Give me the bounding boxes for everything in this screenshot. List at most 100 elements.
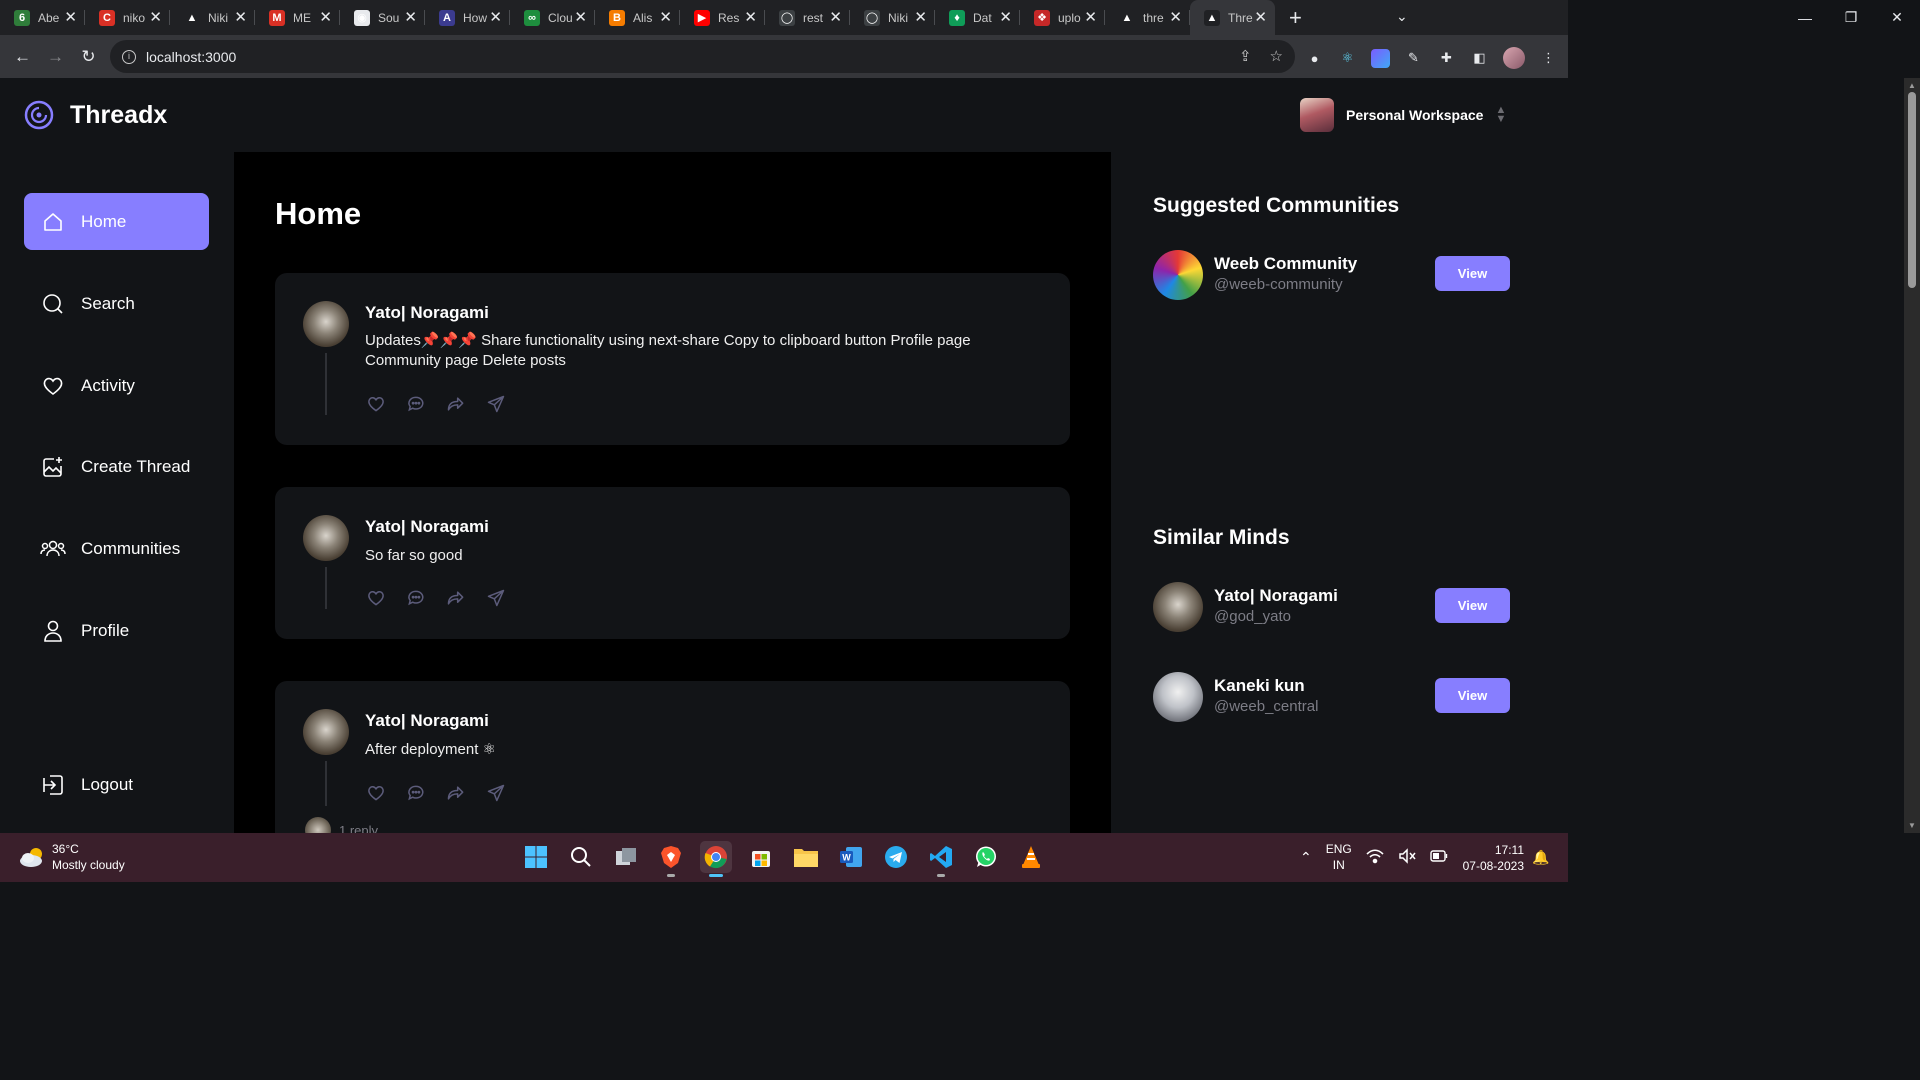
scroll-up-arrow-icon[interactable]: ▲ [1908, 81, 1916, 90]
reply-bubble-icon[interactable] [405, 393, 427, 415]
tab-close-icon[interactable]: ✕ [234, 10, 247, 25]
tab-close-icon[interactable]: ✕ [319, 10, 332, 25]
repost-icon[interactable] [445, 782, 467, 804]
share-icon[interactable]: ⇪ [1239, 47, 1252, 65]
view-user-button[interactable]: View [1435, 678, 1510, 713]
like-heart-icon[interactable] [365, 782, 387, 804]
tab-search-icon[interactable]: ⌄ [1396, 8, 1408, 25]
volume-muted-icon[interactable] [1398, 847, 1416, 867]
tab-close-icon[interactable]: ✕ [64, 10, 77, 25]
battery-icon[interactable] [1430, 849, 1448, 865]
extension-react-icon[interactable]: ⚛ [1338, 49, 1357, 68]
close-window-button[interactable]: ✕ [1874, 9, 1920, 26]
thread-card[interactable]: Yato| Noragami After deployment ⚛ 1 repl… [275, 681, 1070, 833]
microsoft-store-icon[interactable] [745, 841, 777, 873]
author-name[interactable]: Yato| Noragami [365, 303, 489, 323]
sidebar-item-activity[interactable]: Activity [24, 357, 209, 414]
minimize-button[interactable]: — [1782, 10, 1828, 26]
sidebar-item-create-thread[interactable]: Create Thread [24, 438, 209, 495]
browser-tab[interactable]: 6 Abe ✕ [0, 0, 85, 35]
browser-tab[interactable]: ◯ Niki ✕ [850, 0, 935, 35]
browser-tab[interactable]: ▲ Niki ✕ [170, 0, 255, 35]
reply-count[interactable]: 1 reply [305, 817, 378, 833]
word-icon[interactable]: W [835, 841, 867, 873]
tab-close-icon[interactable]: ✕ [829, 10, 842, 25]
share-send-icon[interactable] [485, 782, 507, 804]
sidebar-item-home[interactable]: Home [24, 193, 209, 250]
extension-pen-icon[interactable]: ✎ [1404, 49, 1423, 68]
task-view-icon[interactable] [610, 841, 642, 873]
forward-button[interactable]: → [39, 47, 72, 67]
browser-tab[interactable]: ♦ Dat ✕ [935, 0, 1020, 35]
language-indicator[interactable]: ENG IN [1326, 841, 1352, 873]
tab-close-icon[interactable]: ✕ [1254, 10, 1267, 25]
thread-card[interactable]: Yato| Noragami So far so good [275, 487, 1070, 639]
author-name[interactable]: Yato| Noragami [365, 711, 489, 731]
brand-logo[interactable]: Threadx [24, 100, 167, 130]
author-avatar[interactable] [303, 301, 349, 347]
reply-bubble-icon[interactable] [405, 782, 427, 804]
windows-start-icon[interactable] [520, 841, 552, 873]
browser-tab[interactable]: ◉ Sou ✕ [340, 0, 425, 35]
file-explorer-icon[interactable] [790, 841, 822, 873]
telegram-icon[interactable] [880, 841, 912, 873]
browser-tab[interactable]: ▲ Thre ✕ [1190, 0, 1275, 35]
site-info-icon[interactable]: i [122, 49, 136, 64]
system-clock[interactable]: 17:11 07-08-2023 [1460, 842, 1524, 874]
wifi-icon[interactable] [1366, 848, 1384, 867]
tab-close-icon[interactable]: ✕ [659, 10, 672, 25]
workspace-switcher[interactable]: Personal Workspace ▲ ▼ [1300, 98, 1506, 132]
share-send-icon[interactable] [485, 393, 507, 415]
browser-tab[interactable]: ▲ thre ✕ [1105, 0, 1190, 35]
repost-icon[interactable] [445, 393, 467, 415]
browser-tab[interactable]: A How ✕ [425, 0, 510, 35]
thread-card[interactable]: Yato| Noragami Updates📌📌📌 Share function… [275, 273, 1070, 445]
tab-close-icon[interactable]: ✕ [744, 10, 757, 25]
sidebar-item-search[interactable]: Search [24, 275, 209, 332]
browser-tab[interactable]: B Alis ✕ [595, 0, 680, 35]
back-button[interactable]: ← [6, 47, 39, 67]
repost-icon[interactable] [445, 587, 467, 609]
author-avatar[interactable] [303, 709, 349, 755]
tab-close-icon[interactable]: ✕ [999, 10, 1012, 25]
notification-bell-icon[interactable]: 🔔 [1532, 849, 1549, 866]
vlc-icon[interactable] [1015, 841, 1047, 873]
tab-close-icon[interactable]: ✕ [149, 10, 162, 25]
tab-close-icon[interactable]: ✕ [574, 10, 587, 25]
share-send-icon[interactable] [485, 587, 507, 609]
reply-bubble-icon[interactable] [405, 587, 427, 609]
author-name[interactable]: Yato| Noragami [365, 517, 489, 537]
tab-close-icon[interactable]: ✕ [404, 10, 417, 25]
weather-widget[interactable]: 36°C Mostly cloudy [18, 841, 125, 873]
whatsapp-icon[interactable] [970, 841, 1002, 873]
browser-profile-avatar[interactable] [1503, 47, 1525, 69]
extension-gradient-icon[interactable] [1371, 48, 1390, 68]
view-user-button[interactable]: View [1435, 588, 1510, 623]
like-heart-icon[interactable] [365, 393, 387, 415]
tab-close-icon[interactable]: ✕ [1084, 10, 1097, 25]
browser-tab[interactable]: ∞ Clou ✕ [510, 0, 595, 35]
tab-close-icon[interactable]: ✕ [914, 10, 927, 25]
bookmark-star-icon[interactable]: ☆ [1270, 47, 1283, 65]
browser-tab[interactable]: M ME ✕ [255, 0, 340, 35]
brave-browser-icon[interactable] [655, 841, 687, 877]
scroll-down-arrow-icon[interactable]: ▼ [1908, 821, 1916, 830]
logout-button[interactable]: Logout [24, 756, 209, 813]
browser-tab[interactable]: ◯ rest ✕ [765, 0, 850, 35]
view-community-button[interactable]: View [1435, 256, 1510, 291]
taskbar-search-icon[interactable] [565, 841, 597, 873]
chrome-browser-icon[interactable] [700, 841, 732, 877]
like-heart-icon[interactable] [365, 587, 387, 609]
browser-tab[interactable]: ▶ Res ✕ [680, 0, 765, 35]
url-text[interactable]: localhost:3000 [146, 49, 236, 65]
tab-close-icon[interactable]: ✕ [489, 10, 502, 25]
new-tab-button[interactable]: + [1289, 5, 1302, 31]
scrollbar-thumb[interactable] [1908, 92, 1916, 288]
extensions-puzzle-icon[interactable]: ✚ [1437, 49, 1456, 68]
vscode-icon[interactable] [925, 841, 957, 877]
page-scrollbar[interactable]: ▲ ▼ [1904, 78, 1920, 833]
maximize-button[interactable]: ❐ [1828, 9, 1874, 26]
author-avatar[interactable] [303, 515, 349, 561]
browser-tab[interactable]: ❖ uplo ✕ [1020, 0, 1105, 35]
extension-mouse-icon[interactable]: ● [1305, 49, 1324, 68]
